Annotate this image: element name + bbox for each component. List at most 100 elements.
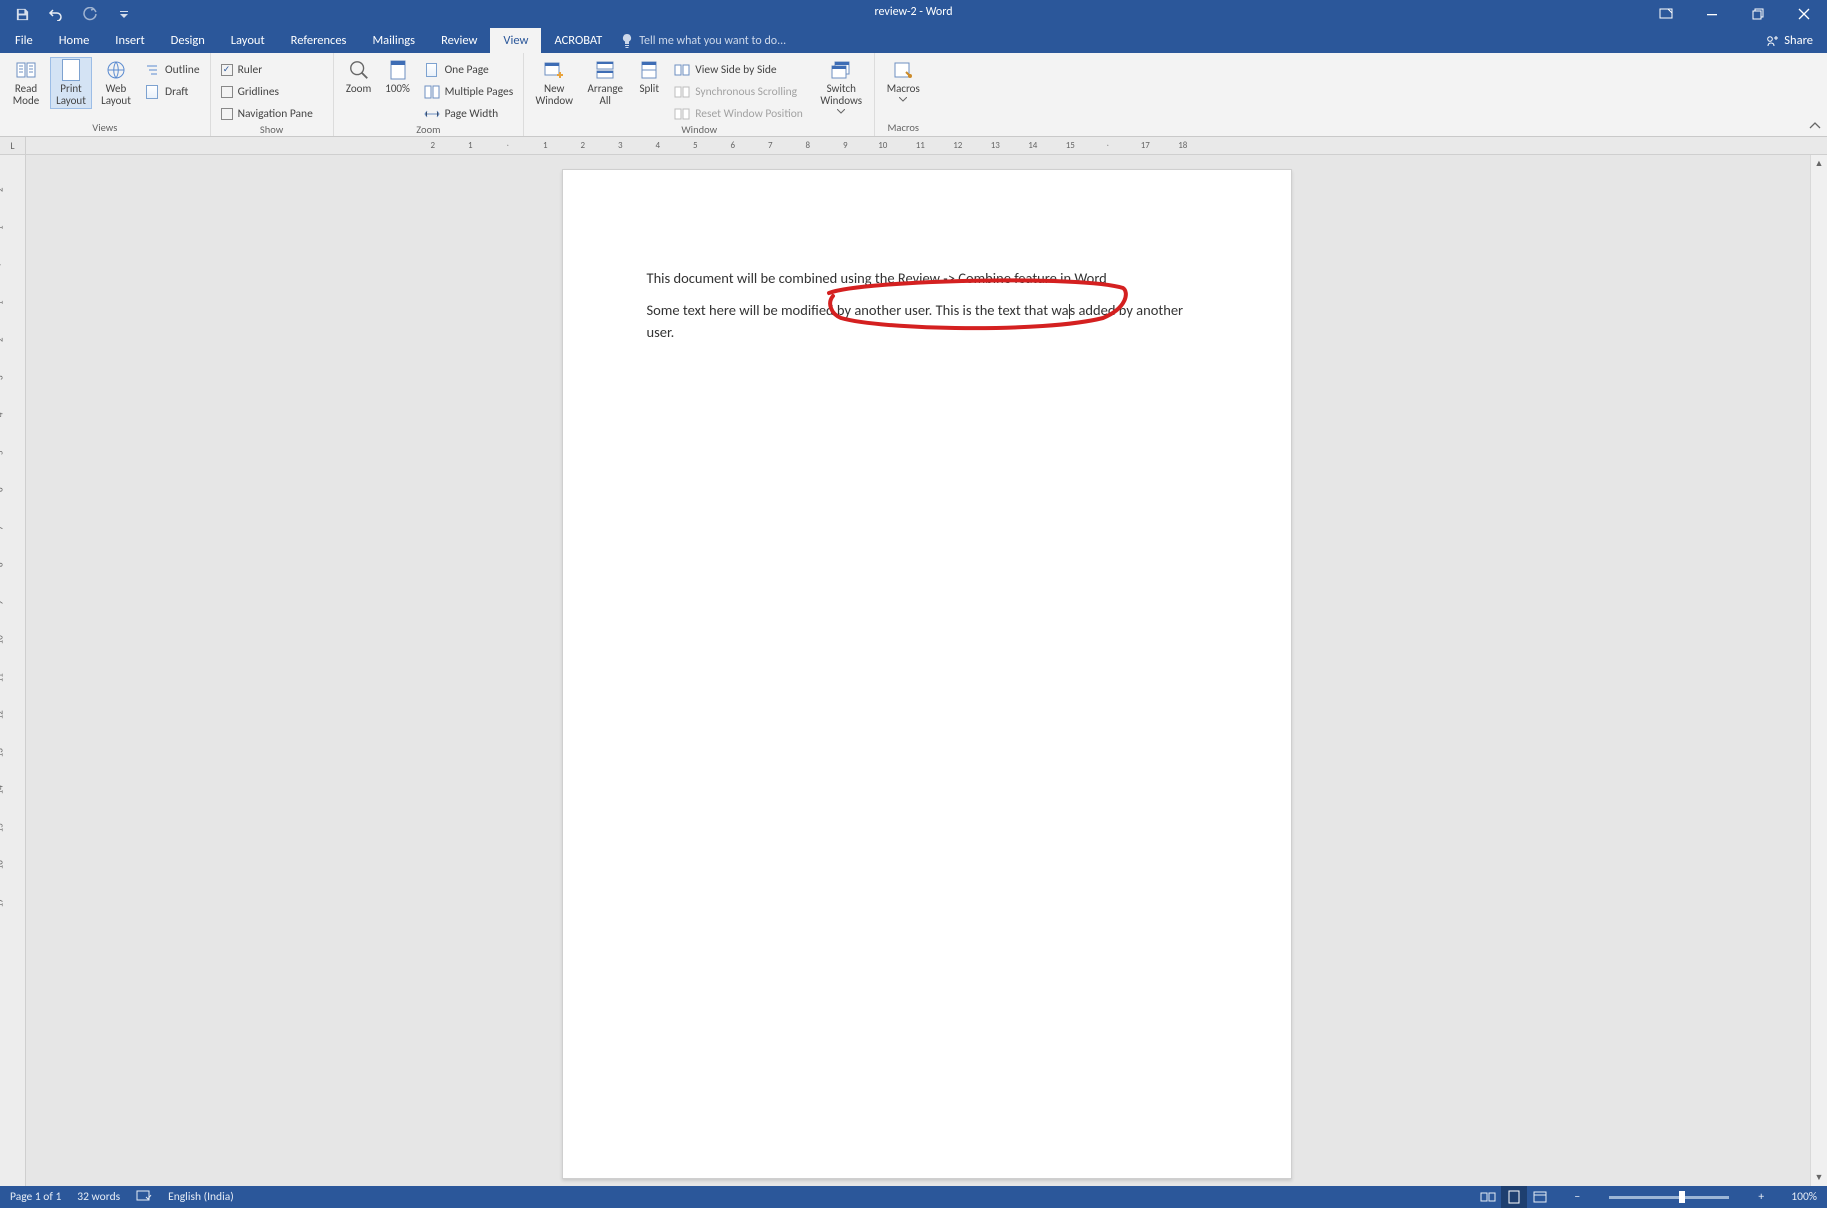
multiple-pages-button[interactable]: Multiple Pages — [420, 82, 518, 101]
scroll-up-icon[interactable]: ▲ — [1811, 155, 1827, 172]
hruler-mark: 3 — [602, 140, 640, 151]
new-window-button[interactable]: New Window — [530, 57, 578, 107]
macros-button[interactable]: Macros — [881, 57, 925, 102]
zoom-slider-thumb[interactable] — [1679, 1191, 1685, 1203]
tab-selector[interactable]: L — [0, 137, 26, 154]
split-button[interactable]: Split — [632, 57, 666, 95]
ruler-checkbox[interactable]: ✓ Ruler — [217, 60, 327, 79]
status-language[interactable]: English (India) — [168, 1190, 234, 1204]
read-mode-button[interactable]: Read Mode — [6, 57, 46, 107]
reset-window-position-label: Reset Window Position — [695, 107, 803, 121]
outline-label: Outline — [165, 63, 200, 77]
read-mode-label: Read Mode — [6, 83, 46, 107]
status-word-count[interactable]: 32 words — [77, 1190, 120, 1204]
switch-windows-label: Switch Windows — [814, 83, 868, 107]
tell-me-search[interactable]: Tell me what you want to do... — [621, 28, 786, 53]
group-macros-label: Macros — [875, 121, 931, 136]
group-views-label: Views — [0, 121, 210, 136]
one-page-label: One Page — [445, 63, 489, 77]
print-layout-icon — [60, 59, 82, 81]
hruler-mark: 6 — [714, 140, 752, 151]
qat-customize-icon[interactable] — [116, 6, 132, 22]
checkbox-checked-icon: ✓ — [221, 64, 233, 76]
one-page-button[interactable]: One Page — [420, 60, 518, 79]
share-button[interactable]: Share — [1751, 28, 1827, 53]
zoom-out-button[interactable]: − — [1569, 1190, 1585, 1204]
document-scroll-area[interactable]: This document will be combined using the… — [26, 155, 1827, 1186]
paragraph-2[interactable]: Some text here will be modified by anoth… — [647, 300, 1207, 344]
status-web-layout-icon[interactable] — [1527, 1186, 1553, 1208]
arrange-all-button[interactable]: Arrange All — [582, 57, 628, 107]
hruler-mark: 1 — [452, 140, 490, 151]
tell-me-placeholder: Tell me what you want to do... — [639, 34, 786, 48]
print-layout-button[interactable]: Print Layout — [50, 57, 92, 109]
scroll-down-icon[interactable]: ▼ — [1811, 1169, 1827, 1186]
scroll-track[interactable] — [1811, 172, 1827, 1169]
redo-icon[interactable] — [82, 6, 98, 22]
tab-review[interactable]: Review — [428, 28, 490, 53]
multiple-pages-label: Multiple Pages — [445, 85, 514, 99]
zoom-slider[interactable] — [1609, 1196, 1729, 1199]
share-label: Share — [1784, 33, 1813, 48]
web-layout-button[interactable]: Web Layout — [96, 57, 136, 107]
horizontal-ruler[interactable]: 21·123456789101112131415·1718 — [26, 137, 1827, 154]
tab-view[interactable]: View — [490, 28, 541, 53]
page-width-icon — [424, 106, 440, 122]
tab-design[interactable]: Design — [158, 28, 218, 53]
vertical-ruler[interactable]: 21·1234567891011121314151617 — [0, 155, 26, 1186]
zoom-100-icon — [387, 59, 409, 81]
zoom-in-button[interactable]: + — [1753, 1190, 1769, 1204]
hruler-mark: 1 — [527, 140, 565, 151]
arrange-all-label: Arrange All — [582, 83, 628, 107]
draft-icon — [144, 84, 160, 100]
spelling-icon[interactable] — [136, 1189, 152, 1206]
page-width-button[interactable]: Page Width — [420, 104, 518, 123]
draft-button[interactable]: Draft — [140, 82, 204, 101]
view-side-by-side-button[interactable]: View Side by Side — [670, 60, 810, 79]
zoom-100-button[interactable]: 100% — [380, 57, 416, 95]
tab-mailings[interactable]: Mailings — [359, 28, 428, 53]
restore-button[interactable] — [1735, 0, 1781, 28]
undo-icon[interactable] — [48, 6, 64, 22]
status-zoom-level[interactable]: 100% — [1791, 1190, 1817, 1204]
status-print-layout-icon[interactable] — [1501, 1186, 1527, 1208]
ribbon-display-options-icon[interactable] — [1643, 0, 1689, 28]
para2-original-text: Some text here will be modified by anoth… — [647, 301, 936, 319]
window-title: review-2 - Word — [874, 5, 952, 19]
tab-acrobat[interactable]: ACROBAT — [541, 28, 615, 53]
close-button[interactable] — [1781, 0, 1827, 28]
tab-file[interactable]: File — [2, 28, 46, 53]
gridlines-checkbox[interactable]: Gridlines — [217, 82, 327, 101]
ruler-row: L 21·123456789101112131415·1718 — [0, 137, 1827, 155]
tab-home[interactable]: Home — [46, 28, 103, 53]
hruler-mark: 13 — [977, 140, 1015, 151]
hruler-mark: 7 — [752, 140, 790, 151]
share-icon — [1765, 34, 1779, 48]
side-by-side-icon — [674, 62, 690, 78]
document-page[interactable]: This document will be combined using the… — [562, 169, 1292, 1179]
paragraph-1[interactable]: This document will be combined using the… — [647, 268, 1207, 290]
vertical-scrollbar[interactable]: ▲ ▼ — [1810, 155, 1827, 1186]
chevron-down-icon — [837, 109, 845, 114]
page-width-label: Page Width — [445, 107, 499, 121]
collapse-ribbon-icon[interactable] — [1809, 121, 1821, 134]
tab-references[interactable]: References — [278, 28, 360, 53]
tab-layout[interactable]: Layout — [218, 28, 278, 53]
navigation-pane-checkbox[interactable]: Navigation Pane — [217, 104, 327, 123]
minimize-button[interactable] — [1689, 0, 1735, 28]
status-bar: Page 1 of 1 32 words English (India) − +… — [0, 1186, 1827, 1208]
zoom-button[interactable]: Zoom — [340, 57, 378, 95]
hruler-mark: 4 — [639, 140, 677, 151]
outline-button[interactable]: Outline — [140, 60, 204, 79]
switch-windows-button[interactable]: Switch Windows — [814, 57, 868, 114]
save-icon[interactable] — [14, 6, 30, 22]
status-page[interactable]: Page 1 of 1 — [10, 1190, 61, 1204]
hruler-mark: 12 — [939, 140, 977, 151]
read-mode-icon — [15, 59, 37, 81]
ribbon: Read Mode Print Layout Web Layout Outlin… — [0, 53, 1827, 137]
view-side-by-side-label: View Side by Side — [695, 63, 776, 77]
synchronous-scrolling-label: Synchronous Scrolling — [695, 85, 797, 99]
tab-insert[interactable]: Insert — [102, 28, 157, 53]
group-show-label: Show — [211, 123, 333, 136]
status-read-mode-icon[interactable] — [1475, 1186, 1501, 1208]
